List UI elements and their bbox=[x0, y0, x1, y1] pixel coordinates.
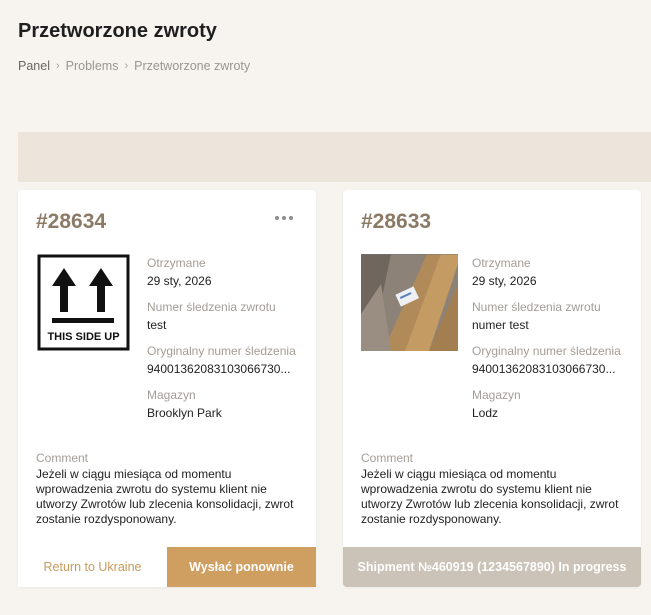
original-tracking-value: 94001362083103066730... bbox=[472, 362, 616, 376]
warehouse-value: Lodz bbox=[472, 406, 499, 420]
filter-bar bbox=[18, 132, 651, 182]
breadcrumb-current: Przetworzone zwroty bbox=[134, 59, 251, 73]
breadcrumb-problems[interactable]: Problems bbox=[66, 59, 119, 73]
comment-section: Comment Jeżeli w ciągu miesiąca od momen… bbox=[36, 450, 304, 527]
card-actions: Shipment №460919 (1234567890) In progres… bbox=[343, 547, 641, 587]
return-to-ukraine-button[interactable]: Return to Ukraine bbox=[18, 547, 167, 587]
comment-label: Comment bbox=[36, 451, 89, 465]
comment-section: Comment Jeżeli w ciągu miesiąca od momen… bbox=[361, 450, 629, 527]
card-actions: Return to Ukraine Wysłać ponownie bbox=[18, 547, 316, 587]
return-details: Otrzymane 29 sty, 2026 Numer śledzenia z… bbox=[472, 254, 627, 430]
more-options-icon[interactable] bbox=[272, 210, 296, 226]
return-id: #28633 bbox=[361, 210, 432, 233]
package-photo-image bbox=[361, 253, 458, 351]
tracking-value: numer test bbox=[472, 318, 529, 332]
comment-text: Jeżeli w ciągu miesiąca od momentu wprow… bbox=[361, 467, 619, 526]
comment-text: Jeżeli w ciągu miesiąca od momentu wprow… bbox=[36, 467, 294, 526]
shipment-status-button[interactable]: Shipment №460919 (1234567890) In progres… bbox=[343, 547, 641, 587]
chevron-right-icon: › bbox=[124, 60, 129, 72]
return-card: #28634 THIS SIDE UP Otrzymane 29 sty, 20… bbox=[18, 190, 316, 587]
resend-button[interactable]: Wysłać ponownie bbox=[167, 547, 316, 587]
tracking-value: test bbox=[147, 318, 167, 332]
tracking-label: Numer śledzenia zwrotu bbox=[147, 300, 276, 314]
breadcrumb-panel[interactable]: Panel bbox=[18, 59, 50, 73]
original-tracking-value: 94001362083103066730... bbox=[147, 362, 291, 376]
tracking-label: Numer śledzenia zwrotu bbox=[472, 300, 601, 314]
chevron-right-icon: › bbox=[55, 60, 60, 72]
comment-label: Comment bbox=[361, 451, 414, 465]
received-value: 29 sty, 2026 bbox=[147, 274, 212, 288]
received-label: Otrzymane bbox=[147, 256, 206, 270]
page-title: Przetworzone zwroty bbox=[18, 20, 217, 42]
return-card: #28633 Otrzymane 29 sty, 2026 Numer śled… bbox=[343, 190, 641, 587]
original-tracking-label: Oryginalny numer śledzenia bbox=[147, 344, 296, 358]
return-id: #28634 bbox=[36, 210, 107, 233]
breadcrumb: Panel › Problems › Przetworzone zwroty bbox=[18, 59, 250, 73]
return-details: Otrzymane 29 sty, 2026 Numer śledzenia z… bbox=[147, 254, 302, 430]
warehouse-label: Magazyn bbox=[472, 388, 521, 402]
received-label: Otrzymane bbox=[472, 256, 531, 270]
this-side-up-label-image: THIS SIDE UP bbox=[36, 254, 133, 351]
this-side-up-caption: THIS SIDE UP bbox=[47, 331, 119, 343]
warehouse-value: Brooklyn Park bbox=[147, 406, 222, 420]
warehouse-label: Magazyn bbox=[147, 388, 196, 402]
received-value: 29 sty, 2026 bbox=[472, 274, 537, 288]
original-tracking-label: Oryginalny numer śledzenia bbox=[472, 344, 621, 358]
